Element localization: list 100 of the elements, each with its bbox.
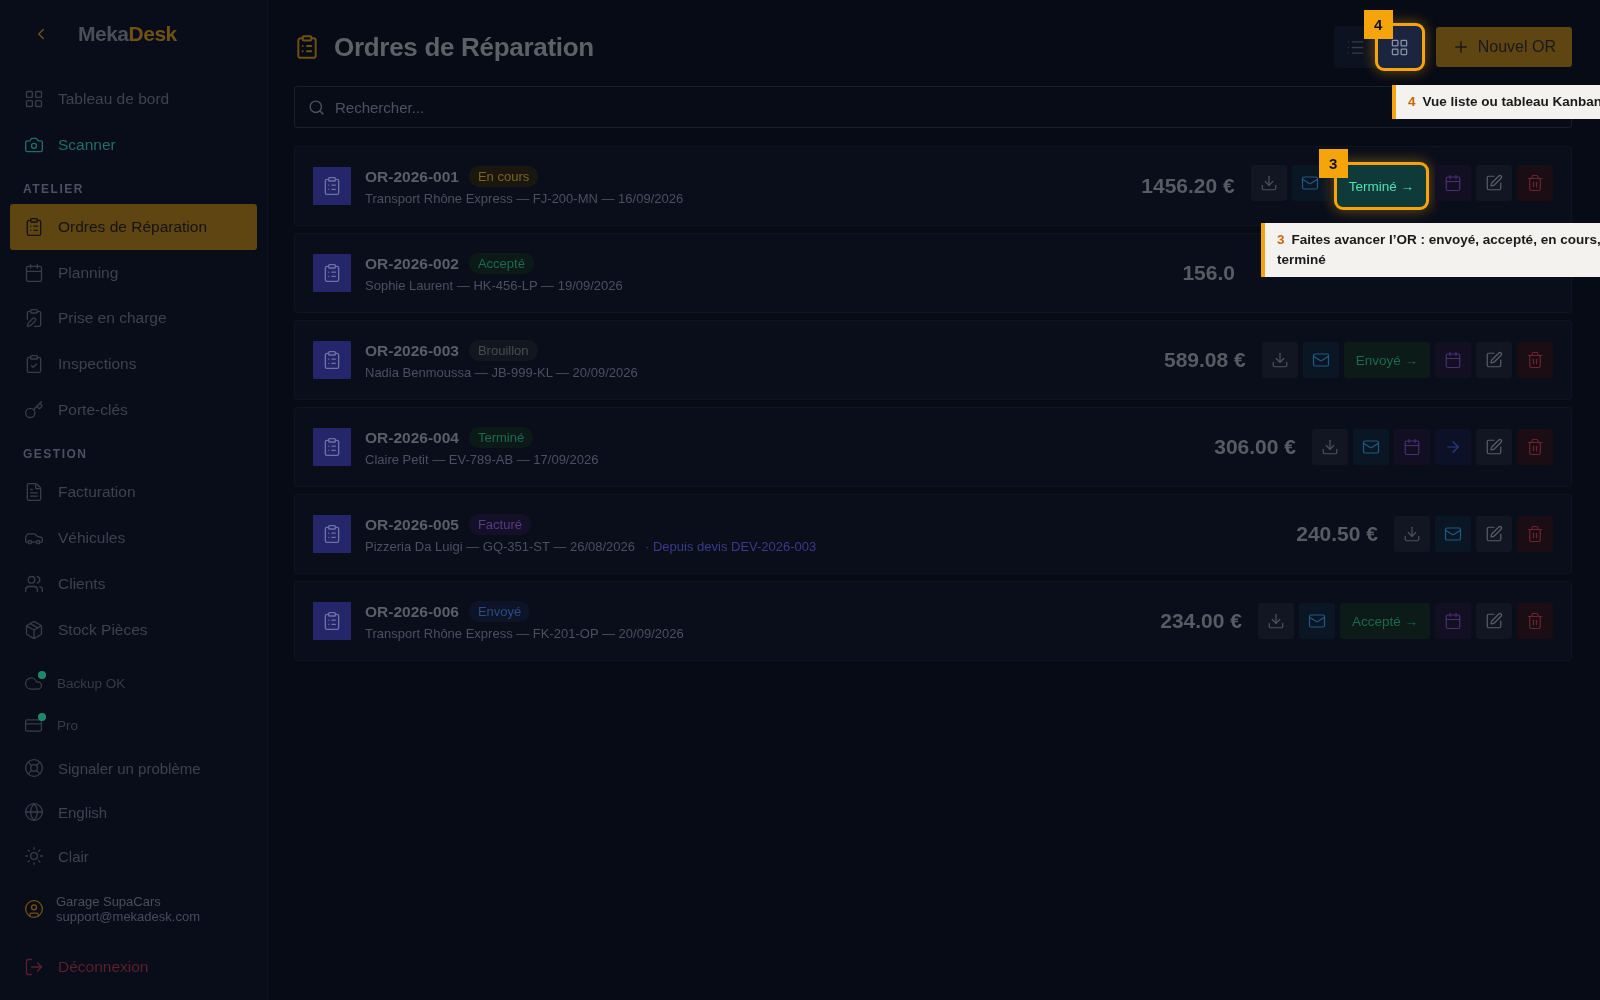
order-details: Nadia Benmoussa — JB-999-KL — 20/09/2026 — [365, 365, 638, 380]
trash-icon — [1526, 351, 1544, 369]
nav-icon — [24, 482, 44, 503]
download-icon — [1403, 525, 1421, 543]
edit-icon — [1485, 612, 1503, 630]
nav-icon — [24, 216, 44, 237]
status-icon — [24, 715, 43, 735]
menu-icon — [24, 846, 44, 867]
schedule-button[interactable] — [1435, 165, 1471, 201]
logout-icon — [24, 957, 44, 977]
trash-icon — [1526, 525, 1544, 543]
order-amount: 234.00 € — [1160, 609, 1242, 633]
nav-item[interactable]: Ordres de Réparation — [10, 203, 257, 250]
edit-button[interactable] — [1476, 429, 1512, 465]
order-number: OR-2026-004 — [365, 428, 459, 447]
order-card[interactable]: OR-2026-006 Envoyé Transport Rhône Express — FK-201-OP — 20/09/2026 234.00 € Accepté → — [294, 581, 1572, 661]
menu-icon — [24, 758, 44, 779]
order-card[interactable]: OR-2026-001 En cours Transport Rhône Express — FJ-200-MN — 16/09/2026 1456.20 € 3 Terminé → — [294, 146, 1572, 226]
order-amount: 589.08 € — [1163, 348, 1246, 372]
order-number: OR-2026-001 — [365, 167, 459, 186]
tour-tooltip: 3 Faites avancer l’OR : envoyé, accepté, en cours, terminé — [1261, 223, 1600, 277]
calendar-icon — [1403, 438, 1421, 456]
order-details: Claire Petit — EV-789-AB — 17/09/2026 — [365, 452, 599, 467]
advance-status-button[interactable]: Envoyé → — [1343, 342, 1430, 378]
download-button[interactable] — [1312, 429, 1348, 465]
status-badge: Envoyé — [468, 601, 531, 622]
clipboard-icon — [313, 428, 351, 466]
order-number: OR-2026-006 — [365, 602, 459, 621]
logout-item[interactable]: Déconnexion — [10, 944, 257, 990]
nav-icon — [24, 88, 44, 109]
advance-status-button[interactable]: Terminé → — [1336, 165, 1426, 207]
nav-icon — [24, 354, 44, 375]
section-heading: GESTION — [22, 446, 89, 464]
order-card[interactable]: OR-2026-004 Terminé Claire Petit — EV-789-AB — 17/09/2026 306.00 € — [294, 407, 1572, 487]
order-details: Transport Rhône Express — FK-201-OP — 20/09/2026 — [365, 626, 684, 641]
status-badge: En cours — [468, 166, 539, 187]
grid-icon — [1390, 37, 1410, 57]
status-badge: Accepté — [468, 253, 534, 274]
calendar-icon — [1444, 612, 1462, 630]
mail-icon — [1444, 525, 1462, 543]
clipboard-icon — [313, 254, 351, 292]
new-order-button[interactable]: Nouvel OR — [1435, 27, 1572, 67]
delete-button[interactable] — [1517, 165, 1553, 201]
nav-item[interactable]: Scanner — [10, 121, 257, 168]
order-amount: 156.0 — [1182, 261, 1235, 285]
edit-icon — [1485, 525, 1503, 543]
mail-icon — [1362, 438, 1380, 456]
order-details: Pizzeria Da Luigi — GQ-351-ST — 26/08/2026 — [365, 539, 635, 554]
edit-icon — [1485, 174, 1503, 192]
order-number: OR-2026-002 — [365, 254, 459, 273]
section-heading: ATELIER — [22, 180, 85, 198]
mail-icon — [1307, 612, 1326, 630]
calendar-icon — [1444, 174, 1462, 192]
step-badge: 3 — [1318, 149, 1348, 178]
account-email: support@mekadesk.com — [56, 909, 200, 925]
logo: MekaDesk — [78, 22, 177, 46]
nav-icon — [24, 308, 44, 329]
delete-button[interactable] — [1517, 342, 1553, 378]
mail-icon — [1300, 174, 1319, 192]
account-name: Garage SupaCars — [56, 894, 162, 910]
order-amount: 240.50 € — [1296, 522, 1378, 546]
order-amount: 306.00 € — [1214, 435, 1296, 459]
schedule-button[interactable] — [1435, 342, 1471, 378]
quote-link[interactable]: · Depuis devis DEV-2026-003 — [645, 539, 817, 554]
download-icon — [1270, 351, 1289, 369]
clipboard-icon — [294, 34, 320, 60]
edit-icon — [1485, 351, 1503, 369]
download-button[interactable] — [1257, 603, 1294, 639]
calendar-icon — [1444, 351, 1462, 369]
next-button[interactable] — [1435, 429, 1471, 465]
download-button[interactable] — [1261, 342, 1298, 378]
edit-button[interactable] — [1476, 342, 1512, 378]
download-button[interactable] — [1394, 516, 1430, 552]
order-card[interactable]: OR-2026-005 Facturé Pizzeria Da Luigi — GQ-351-ST — 26/08/2026 · Depuis devis DEV-2026-003 240.50 € — [294, 494, 1572, 574]
menu-icon — [24, 802, 44, 823]
order-number: OR-2026-003 — [365, 341, 459, 360]
delete-button[interactable] — [1517, 429, 1553, 465]
trash-icon — [1526, 612, 1544, 630]
page-title: Ordres de Réparation — [334, 31, 594, 63]
download-icon — [1266, 612, 1285, 630]
order-details: Sophie Laurent — HK-456-LP — 19/09/2026 — [365, 278, 623, 293]
edit-button[interactable] — [1476, 603, 1512, 639]
nav-icon — [24, 619, 44, 640]
delete-button[interactable] — [1517, 603, 1553, 639]
clipboard-icon — [313, 167, 351, 205]
schedule-button[interactable] — [1435, 603, 1471, 639]
edit-button[interactable] — [1476, 516, 1512, 552]
clipboard-icon — [313, 602, 351, 640]
nav-icon — [24, 262, 44, 283]
schedule-button[interactable] — [1394, 429, 1430, 465]
clipboard-icon — [313, 341, 351, 379]
arrow-icon — [1444, 438, 1462, 456]
download-icon — [1321, 438, 1339, 456]
trash-icon — [1526, 174, 1544, 192]
email-button[interactable] — [1291, 165, 1328, 201]
status-badge: Facturé — [468, 514, 531, 535]
delete-button[interactable] — [1517, 516, 1553, 552]
advance-status-button[interactable]: Accepté → — [1339, 603, 1430, 639]
edit-button[interactable] — [1476, 165, 1512, 201]
step-badge: 4 — [1363, 10, 1393, 39]
